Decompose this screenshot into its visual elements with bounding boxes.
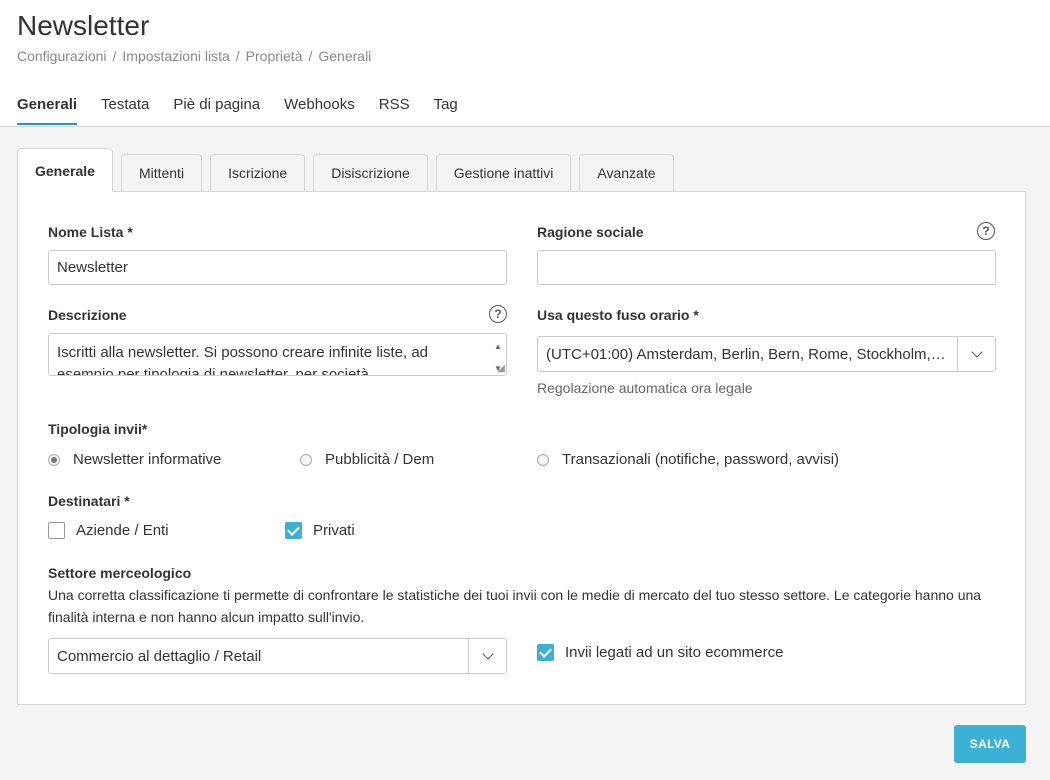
settore-description: Una corretta classificazione ti permette… xyxy=(48,587,982,625)
save-button[interactable]: SALVA xyxy=(954,725,1026,763)
subtab-mittenti[interactable]: Mittenti xyxy=(120,154,203,191)
checkbox[interactable] xyxy=(48,522,65,539)
dropdown-toggle[interactable] xyxy=(468,639,506,673)
nome-lista-input[interactable] xyxy=(48,250,507,285)
fuso-orario-value: (UTC+01:00) Amsterdam, Berlin, Bern, Rom… xyxy=(546,345,957,363)
settore-value: Commercio al dettaglio / Retail xyxy=(57,647,262,665)
checkbox-aziende-enti[interactable]: Aziende / Enti xyxy=(48,522,169,539)
top-tabs: Generali Testata Piè di pagina Webhooks … xyxy=(17,96,482,125)
tab-webhooks[interactable]: Webhooks xyxy=(284,96,355,125)
resize-handle-icon[interactable]: ◢ xyxy=(497,364,505,374)
form-panel: Nome Lista * Ragione sociale ? Descrizio… xyxy=(17,191,1026,705)
ragione-sociale-input[interactable] xyxy=(537,250,996,285)
dropdown-toggle[interactable] xyxy=(957,337,995,371)
checkbox[interactable] xyxy=(537,644,554,661)
breadcrumb-separator: / xyxy=(235,48,240,64)
tab-generali[interactable]: Generali xyxy=(17,96,78,125)
checkbox-label: Privati xyxy=(313,522,355,539)
radio-button[interactable] xyxy=(48,453,60,466)
descrizione-text: Iscritti alla newsletter. Si possono cre… xyxy=(57,344,429,376)
breadcrumb-item[interactable]: Configurazioni xyxy=(17,48,107,64)
fuso-orario-label: Usa questo fuso orario * xyxy=(537,307,699,323)
fuso-orario-hint: Regolazione automatica ora legale xyxy=(537,380,753,396)
subtab-iscrizione[interactable]: Iscrizione xyxy=(210,154,306,191)
radio-newsletter-informative[interactable]: Newsletter informative xyxy=(48,451,221,468)
destinatari-label: Destinatari * xyxy=(48,493,130,509)
tab-rss[interactable]: RSS xyxy=(379,96,410,125)
subtab-gestione-inattivi[interactable]: Gestione inattivi xyxy=(435,154,572,191)
help-icon[interactable]: ? xyxy=(489,305,507,323)
subtab-avanzate[interactable]: Avanzate xyxy=(579,154,674,191)
page-title: Newsletter xyxy=(17,10,150,41)
breadcrumb-separator: / xyxy=(112,48,117,64)
scroll-up-icon[interactable]: ▲ xyxy=(494,336,502,358)
checkbox[interactable] xyxy=(285,522,302,539)
checkbox-privati[interactable]: Privati xyxy=(285,522,355,539)
fuso-orario-select[interactable]: (UTC+01:00) Amsterdam, Berlin, Bern, Rom… xyxy=(537,336,996,372)
descrizione-label: Descrizione xyxy=(48,307,127,323)
radio-label: Transazionali (notifiche, password, avvi… xyxy=(562,451,840,468)
tab-testata[interactable]: Testata xyxy=(101,96,149,125)
help-icon[interactable]: ? xyxy=(977,222,995,240)
subtab-disiscrizione[interactable]: Disiscrizione xyxy=(313,154,428,191)
radio-transazionali[interactable]: Transazionali (notifiche, password, avvi… xyxy=(537,451,839,468)
checkbox-label: Invii legati ad un sito ecommerce xyxy=(565,644,784,661)
chevron-down-icon xyxy=(970,346,983,358)
page-header: Newsletter Configurazioni / Impostazioni l… xyxy=(0,0,1050,127)
breadcrumb-item[interactable]: Proprietà xyxy=(246,48,303,64)
breadcrumb-separator: / xyxy=(308,48,313,64)
chevron-down-icon xyxy=(481,648,494,660)
ragione-sociale-label: Ragione sociale xyxy=(537,224,644,240)
radio-label: Newsletter informative xyxy=(73,451,222,468)
settore-label: Settore merceologico xyxy=(48,565,192,581)
radio-pubblicita-dem[interactable]: Pubblicità / Dem xyxy=(300,451,434,468)
radio-button[interactable] xyxy=(300,453,312,466)
breadcrumb-item-current: Generali xyxy=(318,48,372,64)
descrizione-textarea[interactable]: Iscritti alla newsletter. Si possono cre… xyxy=(48,333,507,376)
checkbox-label: Aziende / Enti xyxy=(76,522,169,539)
nome-lista-label: Nome Lista * xyxy=(48,224,133,240)
settore-select[interactable]: Commercio al dettaglio / Retail xyxy=(48,638,507,674)
tab-pie-di-pagina[interactable]: Piè di pagina xyxy=(173,96,260,125)
sub-tabs: Generale Mittenti Iscrizione Disiscrizio… xyxy=(17,148,682,192)
radio-button[interactable] xyxy=(537,453,549,466)
tipologia-label: Tipologia invii* xyxy=(48,421,148,437)
tab-tag[interactable]: Tag xyxy=(434,96,458,125)
checkbox-ecommerce[interactable]: Invii legati ad un sito ecommerce xyxy=(537,644,783,661)
subtab-generale[interactable]: Generale xyxy=(17,148,113,192)
breadcrumb-item[interactable]: Impostazioni lista xyxy=(122,48,229,64)
radio-label: Pubblicità / Dem xyxy=(325,451,435,468)
breadcrumb: Configurazioni / Impostazioni lista / Propri… xyxy=(17,48,371,64)
